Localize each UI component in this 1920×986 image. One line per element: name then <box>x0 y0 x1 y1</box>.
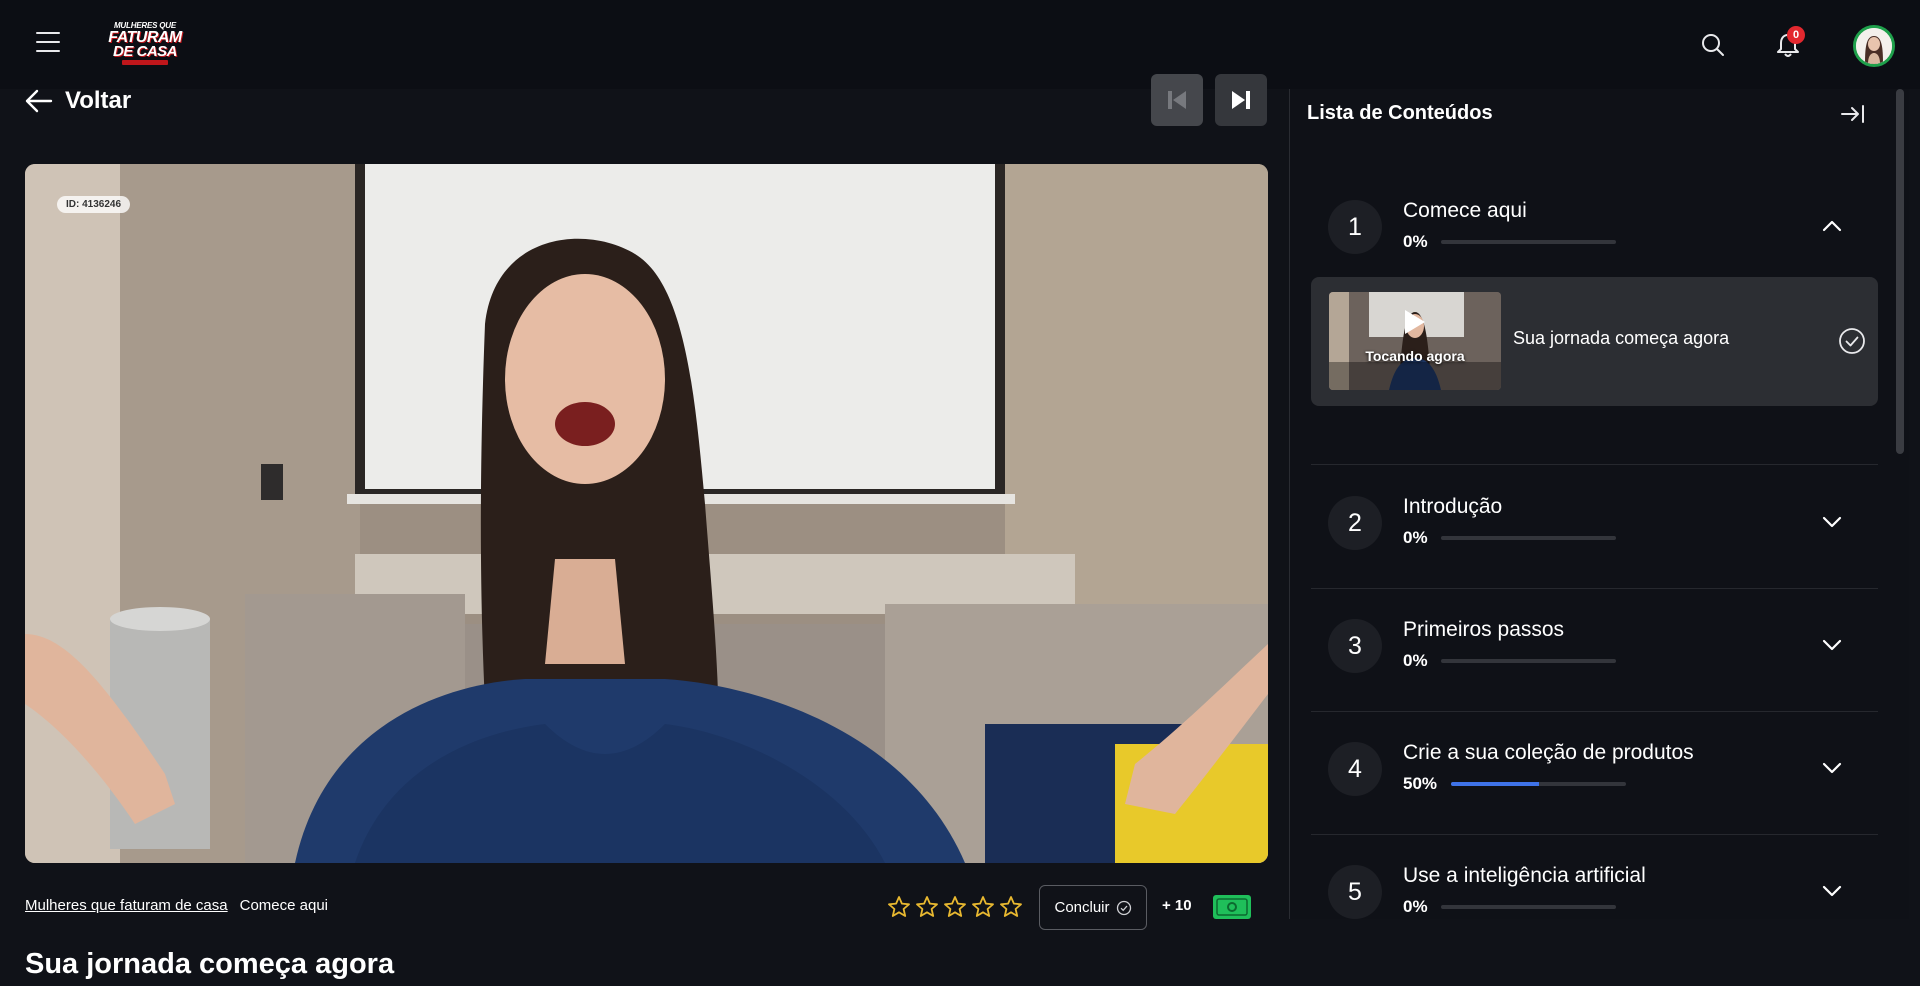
video-id-badge: ID: 4136246 <box>57 196 131 213</box>
lesson-item-active[interactable]: Tocando agora Sua jornada começa agora <box>1311 277 1878 406</box>
lesson-title: Sua jornada começa agora <box>25 948 395 980</box>
divider <box>1311 464 1878 465</box>
skip-next-icon <box>1232 91 1250 109</box>
lesson-thumbnail-image <box>1329 292 1501 390</box>
module-name: Crie a sua coleção de produtos <box>1403 741 1694 764</box>
logo[interactable]: MULHERES QUE FATURAM DE CASA <box>104 22 186 68</box>
skip-previous-icon <box>1168 91 1186 109</box>
module-progress-bar <box>1451 782 1626 786</box>
rating-stars <box>887 895 1023 919</box>
divider <box>1311 834 1878 835</box>
check-circle-icon <box>1116 900 1131 915</box>
module-item[interactable]: 1 Comece aqui 0% <box>1328 190 1878 282</box>
module-name: Use a inteligência artificial <box>1403 864 1646 887</box>
check-circle-icon[interactable] <box>1838 327 1866 355</box>
module-number: 3 <box>1328 619 1382 673</box>
chevron-down-icon[interactable] <box>1818 508 1846 536</box>
breadcrumb-course-link[interactable]: Mulheres que faturam de casa <box>25 897 228 914</box>
chevron-down-icon[interactable] <box>1818 754 1846 782</box>
divider <box>1311 588 1878 589</box>
panel-title: Lista de Conteúdos <box>1307 102 1493 124</box>
module-number: 1 <box>1328 200 1382 254</box>
star-icon[interactable] <box>887 895 911 919</box>
next-lesson-button[interactable] <box>1215 74 1267 126</box>
complete-button[interactable]: Concluir <box>1039 885 1147 930</box>
module-name: Primeiros passos <box>1403 618 1565 641</box>
module-progress-bar <box>1441 905 1616 909</box>
module-item[interactable]: 4 Crie a sua coleção de produtos 50% <box>1328 732 1878 824</box>
module-percent: 0% <box>1403 651 1428 670</box>
lesson-thumbnail: Tocando agora <box>1329 292 1501 390</box>
module-number: 5 <box>1328 865 1382 919</box>
module-name: Introdução <box>1403 495 1503 518</box>
breadcrumb-module: Comece aqui <box>239 897 329 914</box>
module-progress-bar <box>1441 536 1616 540</box>
points-label: + 10 <box>1162 897 1192 914</box>
logo-line-3: DE CASA <box>112 43 178 60</box>
module-item[interactable]: 5 Use a inteligência artificial 0% <box>1328 855 1878 919</box>
video-frame <box>25 164 1268 863</box>
avatar[interactable] <box>1853 25 1895 67</box>
chevron-down-icon[interactable] <box>1818 877 1846 905</box>
star-icon[interactable] <box>971 895 995 919</box>
star-icon[interactable] <box>999 895 1023 919</box>
lesson-name: Sua jornada começa agora <box>1513 328 1730 348</box>
module-percent: 0% <box>1403 232 1428 251</box>
search-icon[interactable] <box>1699 31 1727 59</box>
module-progress-bar <box>1441 240 1616 244</box>
module-number: 2 <box>1328 496 1382 550</box>
logo-ribbon <box>122 60 168 65</box>
top-bar: MULHERES QUE FATURAM DE CASA 0 <box>0 0 1920 89</box>
divider <box>1311 711 1878 712</box>
arrow-left-icon <box>25 89 53 113</box>
content-list-panel: Lista de Conteúdos 1 Comece aqui 0% Toca… <box>1289 89 1909 919</box>
complete-label: Concluir <box>1054 899 1110 916</box>
star-icon[interactable] <box>943 895 967 919</box>
module-progress-bar <box>1441 659 1616 663</box>
play-icon <box>1405 310 1425 334</box>
notification-badge: 0 <box>1787 26 1805 44</box>
chevron-up-icon[interactable] <box>1818 212 1846 240</box>
panel-scrollbar[interactable] <box>1896 89 1904 454</box>
module-name: Comece aqui <box>1403 199 1527 222</box>
star-icon[interactable] <box>915 895 939 919</box>
hamburger-menu-icon[interactable] <box>36 32 62 54</box>
money-icon <box>1213 895 1251 919</box>
chevron-down-icon[interactable] <box>1818 631 1846 659</box>
module-item[interactable]: 3 Primeiros passos 0% <box>1328 609 1878 701</box>
collapse-panel-icon[interactable] <box>1838 99 1868 129</box>
module-item[interactable]: 2 Introdução 0% <box>1328 486 1878 578</box>
module-percent: 0% <box>1403 528 1428 547</box>
now-playing-label: Tocando agora <box>1365 348 1465 364</box>
back-link[interactable]: Voltar <box>25 84 131 118</box>
module-percent: 50% <box>1403 774 1438 793</box>
module-percent: 0% <box>1403 897 1428 916</box>
previous-lesson-button[interactable] <box>1151 74 1203 126</box>
breadcrumb: Mulheres que faturam de casa Comece aqui <box>25 897 328 914</box>
module-number: 4 <box>1328 742 1382 796</box>
back-label: Voltar <box>65 87 132 114</box>
video-player[interactable]: ID: 4136246 <box>25 164 1268 863</box>
